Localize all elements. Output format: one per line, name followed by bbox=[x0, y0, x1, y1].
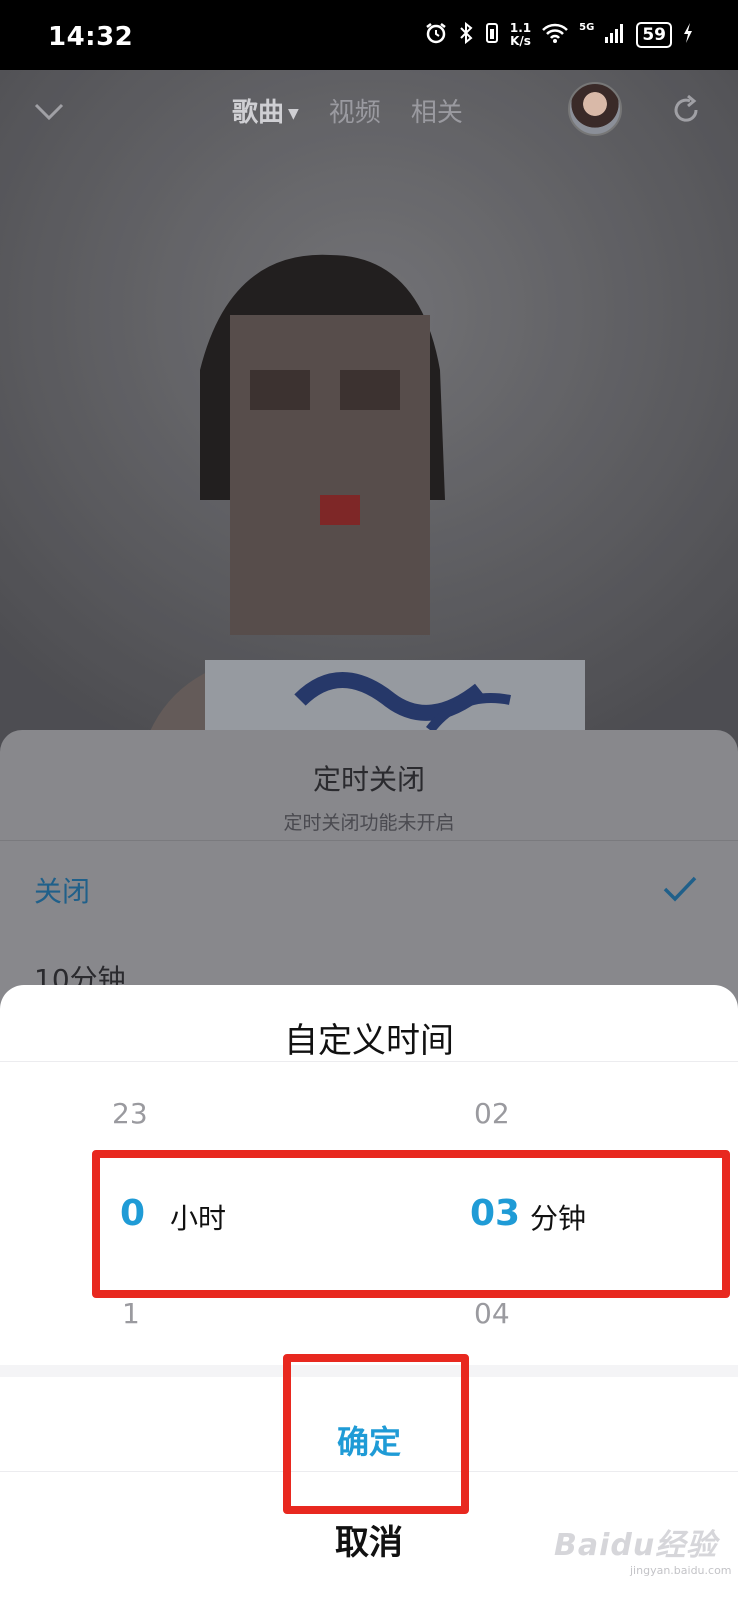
option-off[interactable]: 关闭 bbox=[34, 870, 90, 910]
share-icon[interactable] bbox=[668, 92, 704, 128]
sheet-title: 定时关闭 bbox=[312, 763, 425, 796]
caret-down-icon: ▼ bbox=[288, 105, 299, 122]
divider bbox=[0, 840, 738, 841]
player-tabs: 歌曲 ▼ 视频 相关 bbox=[232, 92, 463, 129]
status-icons: 1.1 K/s 5G 59 bbox=[424, 20, 694, 50]
dialog-title: 自定义时间 bbox=[284, 1021, 454, 1061]
status-bar: 14:32 1.1 K/s 5G 59 bbox=[0, 0, 738, 70]
hour-above[interactable]: 23 bbox=[112, 1097, 148, 1130]
chevron-down-icon[interactable] bbox=[32, 94, 66, 128]
watermark-url: jingyan.baidu.com bbox=[630, 1564, 732, 1577]
annotation-box-picker bbox=[92, 1150, 730, 1298]
hour-below[interactable]: 1 bbox=[122, 1297, 140, 1330]
battery-icon: 59 bbox=[636, 22, 672, 48]
player-top-nav: 歌曲 ▼ 视频 相关 bbox=[0, 70, 738, 150]
minute-below[interactable]: 04 bbox=[474, 1297, 510, 1330]
bluetooth-icon bbox=[458, 21, 474, 49]
wifi-icon bbox=[541, 22, 569, 48]
status-time: 14:32 bbox=[48, 22, 134, 52]
charging-icon bbox=[682, 22, 694, 48]
vibrate-icon bbox=[484, 21, 500, 49]
alarm-icon bbox=[424, 21, 448, 49]
network-speed: 1.1 K/s bbox=[509, 21, 532, 48]
tab-songs[interactable]: 歌曲 ▼ bbox=[232, 92, 299, 129]
baidu-watermark: Baidu经验 jingyan.baidu.com bbox=[554, 1520, 732, 1582]
annotation-box-confirm bbox=[283, 1354, 469, 1514]
signal-icon bbox=[604, 22, 626, 48]
avatar[interactable] bbox=[568, 82, 622, 136]
tab-related[interactable]: 相关 bbox=[411, 92, 463, 129]
network-type: 5G bbox=[579, 21, 595, 33]
minute-above[interactable]: 02 bbox=[474, 1097, 510, 1130]
sheet-subtitle: 定时关闭功能未开启 bbox=[283, 812, 455, 834]
tab-videos[interactable]: 视频 bbox=[329, 92, 381, 129]
divider bbox=[0, 1061, 738, 1062]
watermark-logo: Baidu经验 bbox=[554, 1528, 718, 1563]
check-icon bbox=[663, 876, 697, 902]
